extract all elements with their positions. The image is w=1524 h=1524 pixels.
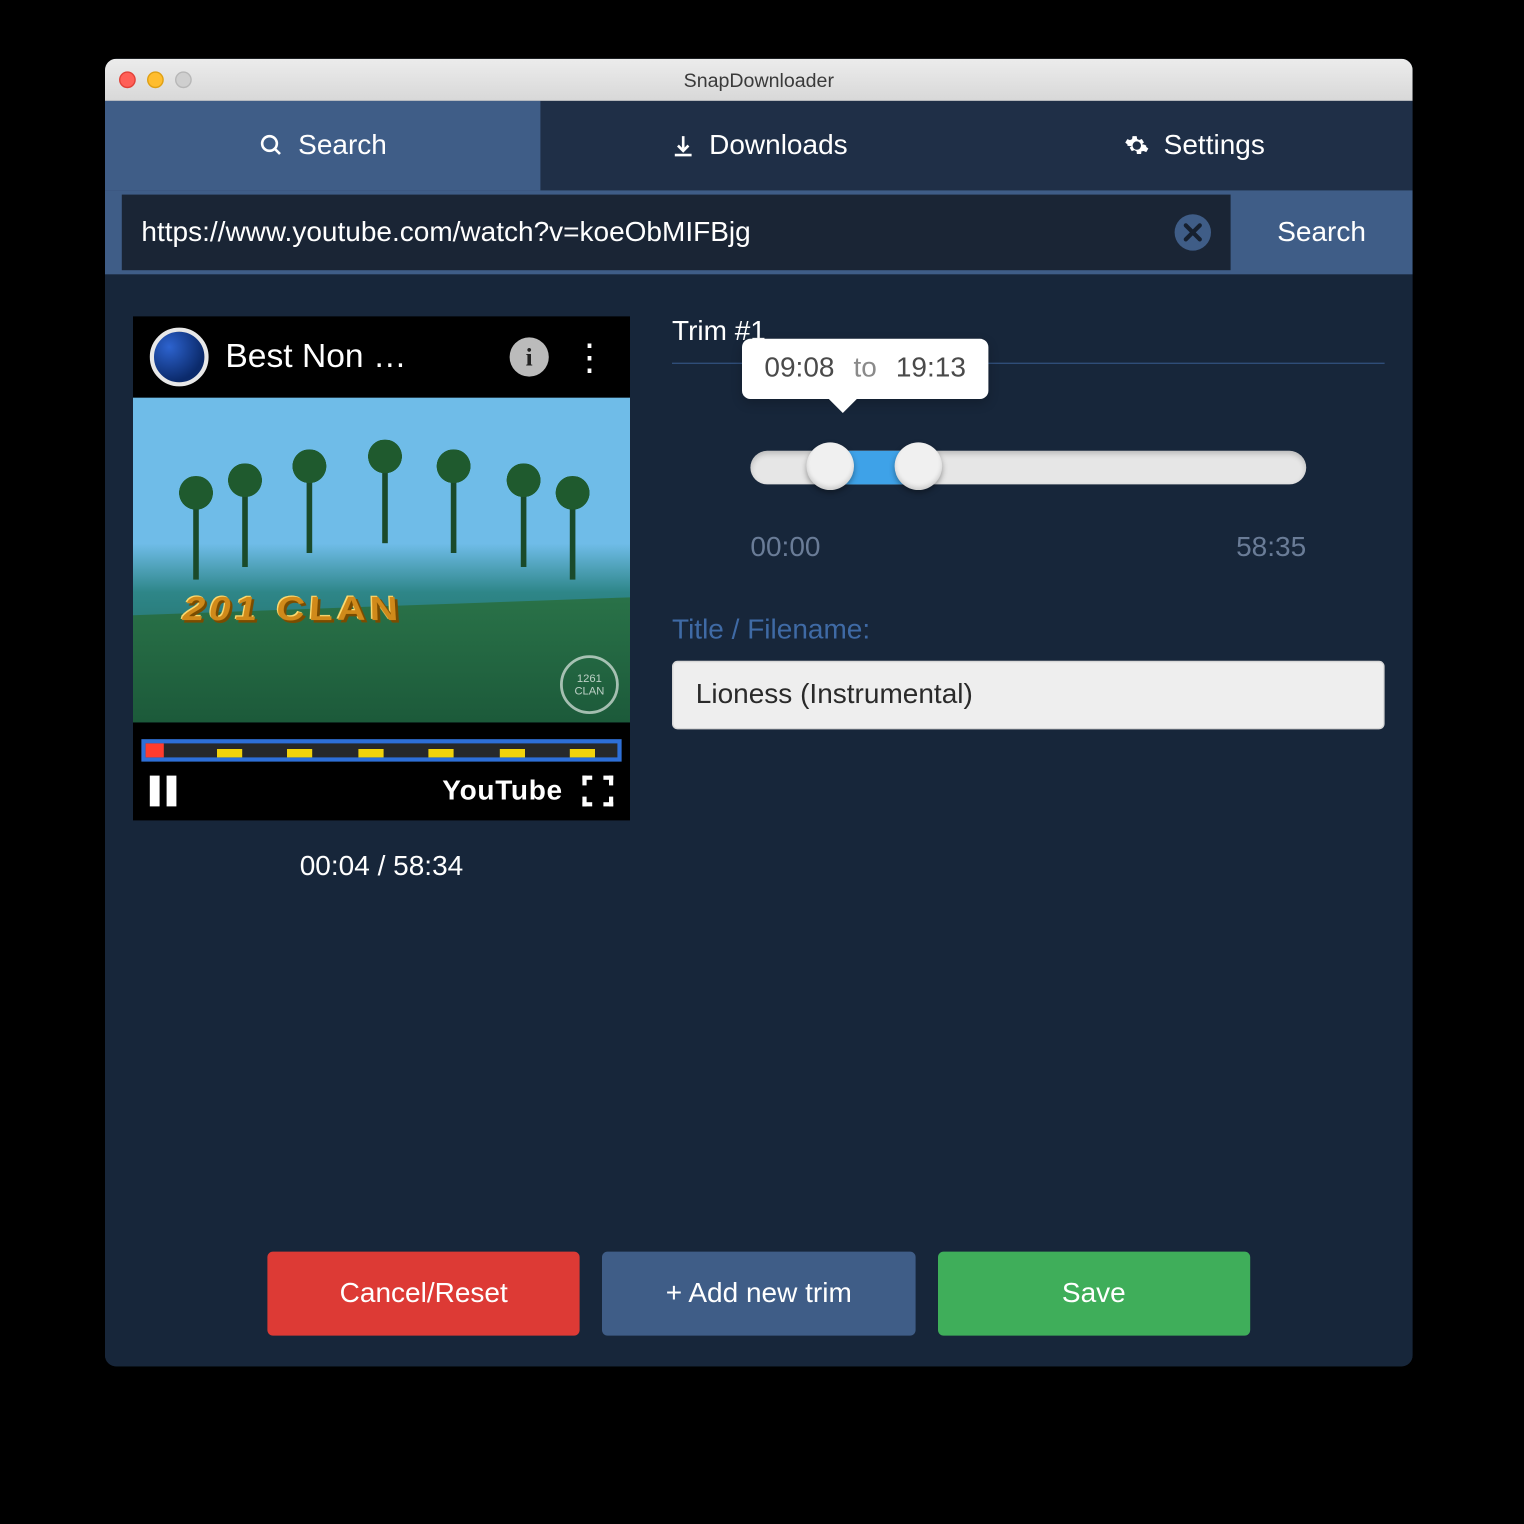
cancel-button-label: Cancel/Reset <box>340 1278 508 1310</box>
range-start-label: 00:00 <box>750 532 820 564</box>
range-bounds: 00:00 58:35 <box>672 532 1385 564</box>
url-input[interactable] <box>141 216 1174 248</box>
main-tabs: Search Downloads Settings <box>105 101 1413 191</box>
player-header: Best Non … i ⋮ <box>133 316 630 397</box>
fullscreen-icon[interactable] <box>582 776 613 807</box>
tab-settings-label: Settings <box>1164 130 1265 162</box>
add-trim-button-label: + Add new trim <box>666 1278 852 1310</box>
video-player[interactable]: 201 CLAN 1261 CLAN Best Non … i ⋮ <box>133 316 630 820</box>
playback-time: 00:04 / 58:34 <box>133 851 630 883</box>
trim-panel: Trim #1 09:08 to 19:13 00:00 <box>672 316 1385 883</box>
current-time: 00:04 <box>300 851 370 882</box>
search-row: Search <box>105 190 1413 274</box>
slider-track[interactable] <box>750 451 1306 485</box>
player-controls: YouTube <box>133 762 630 821</box>
video-preview-column: 201 CLAN 1261 CLAN Best Non … i ⋮ <box>133 316 630 883</box>
trim-range-slider[interactable]: 09:08 to 19:13 <box>672 412 1385 524</box>
search-button-label: Search <box>1277 216 1366 248</box>
trim-to-word: to <box>853 353 876 384</box>
slider-handle-end[interactable] <box>895 442 943 490</box>
save-button[interactable]: Save <box>938 1252 1251 1336</box>
youtube-logo[interactable]: YouTube <box>442 775 563 807</box>
channel-avatar-icon[interactable] <box>150 328 209 387</box>
filename-label: Title / Filename: <box>672 615 1385 647</box>
video-overlay-text: 201 CLAN <box>177 590 536 629</box>
trim-to: 19:13 <box>896 353 966 384</box>
action-buttons: Cancel/Reset + Add new trim Save <box>133 1252 1385 1336</box>
video-frame: 201 CLAN <box>133 398 630 723</box>
video-progress-bar[interactable] <box>141 739 621 761</box>
channel-watermark-icon: 1261 CLAN <box>560 655 619 714</box>
clear-url-button[interactable] <box>1175 214 1211 250</box>
range-end-label: 58:35 <box>1236 532 1306 564</box>
search-icon <box>259 133 284 158</box>
range-tooltip: 09:08 to 19:13 <box>742 339 988 399</box>
save-button-label: Save <box>1062 1278 1126 1310</box>
tab-settings[interactable]: Settings <box>977 101 1413 191</box>
trim-from: 09:08 <box>764 353 834 384</box>
url-field-wrap <box>122 195 1231 271</box>
window-title: SnapDownloader <box>105 69 1413 91</box>
tab-search[interactable]: Search <box>105 101 541 191</box>
cancel-button[interactable]: Cancel/Reset <box>267 1252 580 1336</box>
slider-handle-start[interactable] <box>806 442 854 490</box>
download-icon <box>670 133 695 158</box>
add-trim-button[interactable]: + Add new trim <box>602 1252 915 1336</box>
pause-icon[interactable] <box>150 776 177 807</box>
titlebar: SnapDownloader <box>105 59 1413 101</box>
gear-icon <box>1124 133 1149 158</box>
tab-downloads[interactable]: Downloads <box>541 101 977 191</box>
search-button[interactable]: Search <box>1231 190 1413 274</box>
video-title: Best Non … <box>225 337 492 376</box>
info-icon[interactable]: i <box>510 337 549 376</box>
tab-downloads-label: Downloads <box>709 130 848 162</box>
tab-search-label: Search <box>298 130 387 162</box>
close-icon <box>1183 223 1203 243</box>
app-window: SnapDownloader Search Downloads Settings <box>105 59 1413 1367</box>
kebab-menu-icon[interactable]: ⋮ <box>566 335 614 378</box>
total-time: 58:34 <box>393 851 463 882</box>
filename-input[interactable] <box>672 661 1385 730</box>
